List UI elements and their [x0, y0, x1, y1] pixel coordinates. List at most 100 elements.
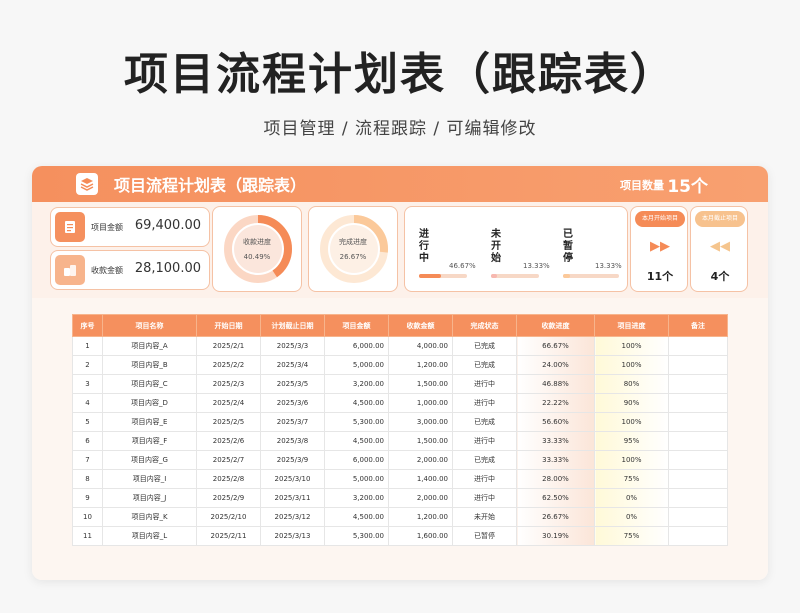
table-cell — [668, 507, 728, 527]
project-table: 序号 项目名称 开始日期 计划截止日期 项目金额 收款金额 完成状态 收款进度 项目进度 备注 1… — [72, 314, 728, 546]
project-amount-box: 项目金额 69,400.00 — [50, 207, 210, 247]
table-cell: 5,300.00 — [324, 412, 389, 432]
table-cell: 项目内容_A — [102, 336, 197, 356]
double-left-arrow-icon: ◀◀ — [710, 239, 730, 254]
table-cell: 3,200.00 — [324, 488, 389, 508]
table-cell: 1,000.00 — [388, 393, 453, 413]
table-cell: 2025/2/1 — [196, 336, 261, 356]
table-cell — [668, 488, 728, 508]
table-cell: 项目内容_E — [102, 412, 197, 432]
table-cell: 2025/3/3 — [260, 336, 325, 356]
table-cell: 2025/3/9 — [260, 450, 325, 470]
table-cell: 项目内容_G — [102, 450, 197, 470]
card-header: 项目流程计划表（跟踪表） 项目数量 15个 — [32, 166, 768, 202]
month-tag: 本月截止项目 — [695, 211, 745, 227]
project-count-value: 15个 — [667, 177, 708, 197]
table-cell: 项目内容_F — [102, 431, 197, 451]
table-cell: 26.67% — [516, 507, 595, 527]
stack-layers-icon — [76, 173, 98, 195]
table-cell: 2025/3/6 — [260, 393, 325, 413]
table-row[interactable]: 1 项目内容_A 2025/2/1 2025/3/3 6,000.00 4,000.00 已… — [72, 336, 728, 356]
table-cell: 2,000.00 — [388, 488, 453, 508]
table-cell: 项目内容_D — [102, 393, 197, 413]
status-percent: 13.33% — [523, 262, 550, 270]
table-cell: 30.19% — [516, 526, 595, 546]
status-bar-in-progress — [419, 274, 467, 278]
table-cell: 2025/3/12 — [260, 507, 325, 527]
table-cell: 2 — [72, 355, 103, 375]
table-area: 序号 项目名称 开始日期 计划截止日期 项目金额 收款金额 完成状态 收款进度 项目进度 备注 1… — [32, 298, 768, 580]
table-cell: 进行中 — [452, 374, 517, 394]
table-cell: 已暂停 — [452, 526, 517, 546]
table-cell: 90% — [594, 393, 669, 413]
table-row[interactable]: 10 项目内容_K 2025/2/10 2025/3/12 4,500.00 1,200.… — [72, 507, 728, 527]
table-cell — [668, 374, 728, 394]
payment-progress-donut: 收款进度 40.49% — [212, 206, 302, 292]
month-value: 11个 — [646, 270, 674, 283]
table-cell — [668, 469, 728, 489]
table-cell: 2025/3/7 — [260, 412, 325, 432]
donut-label: 收款进度 — [243, 238, 271, 246]
table-cell: 2025/2/2 — [196, 355, 261, 375]
status-bar-fill — [419, 274, 442, 278]
table-cell: 1,400.00 — [388, 469, 453, 489]
column-header: 备注 — [668, 314, 728, 337]
table-cell: 已完成 — [452, 412, 517, 432]
project-count-label: 项目数量 — [620, 179, 664, 192]
table-row[interactable]: 2 项目内容_B 2025/2/2 2025/3/4 5,000.00 1,200.00 已… — [72, 355, 728, 375]
table-cell: 进行中 — [452, 469, 517, 489]
donut-center — [234, 225, 282, 273]
table-cell: 100% — [594, 450, 669, 470]
table-cell: 0% — [594, 488, 669, 508]
month-deadline-box: 本月截止项目 ◀◀ 4个 — [690, 206, 748, 292]
table-cell: 1,500.00 — [388, 431, 453, 451]
status-percent: 13.33% — [595, 262, 622, 270]
table-row[interactable]: 5 项目内容_E 2025/2/5 2025/3/7 5,300.00 3,000.00 已… — [72, 412, 728, 432]
table-cell: 已完成 — [452, 355, 517, 375]
table-cell: 4,500.00 — [324, 393, 389, 413]
table-cell: 进行中 — [452, 431, 517, 451]
table-row[interactable]: 9 项目内容_J 2025/2/9 2025/3/11 3,200.00 2,000.00… — [72, 488, 728, 508]
table-row[interactable]: 6 项目内容_F 2025/2/6 2025/3/8 4,500.00 1,500.00 进… — [72, 431, 728, 451]
amount-value: 69,400.00 — [134, 218, 201, 233]
table-cell — [668, 450, 728, 470]
table-cell: 2025/3/11 — [260, 488, 325, 508]
table-cell: 5 — [72, 412, 103, 432]
table-cell: 56.60% — [516, 412, 595, 432]
table-row[interactable]: 3 项目内容_C 2025/2/3 2025/3/5 3,200.00 1,500.00 进… — [72, 374, 728, 394]
table-cell: 5,300.00 — [324, 526, 389, 546]
stats-panel: 项目金额 69,400.00 收款金额 28,100.00 收款进度 40.49… — [32, 202, 768, 298]
table-cell: 2025/2/10 — [196, 507, 261, 527]
table-cell: 46.88% — [516, 374, 595, 394]
table-cell: 75% — [594, 526, 669, 546]
table-row[interactable]: 11 项目内容_L 2025/2/11 2025/3/13 5,300.00 1,600.… — [72, 526, 728, 546]
table-cell: 1,200.00 — [388, 355, 453, 375]
table-row[interactable]: 4 项目内容_D 2025/2/4 2025/3/6 4,500.00 1,000.00 进… — [72, 393, 728, 413]
donut-label: 完成进度 — [339, 238, 367, 246]
table-cell: 9 — [72, 488, 103, 508]
table-cell: 6 — [72, 431, 103, 451]
table-row[interactable]: 7 项目内容_G 2025/2/7 2025/3/9 6,000.00 2,000.00 已… — [72, 450, 728, 470]
table-cell — [668, 336, 728, 356]
double-right-arrow-icon: ▶▶ — [650, 239, 670, 254]
table-cell: 2025/3/13 — [260, 526, 325, 546]
table-cell: 2025/3/8 — [260, 431, 325, 451]
donut-percent: 40.49% — [243, 253, 271, 261]
table-cell — [668, 412, 728, 432]
table-cell: 3,200.00 — [324, 374, 389, 394]
table-cell: 33.33% — [516, 450, 595, 470]
table-cell: 2025/2/9 — [196, 488, 261, 508]
table-cell: 100% — [594, 355, 669, 375]
table-cell — [668, 526, 728, 546]
table-cell: 2025/2/8 — [196, 469, 261, 489]
table-cell: 6,000.00 — [324, 336, 389, 356]
table-cell: 2025/2/11 — [196, 526, 261, 546]
table-cell — [668, 355, 728, 375]
table-cell — [668, 393, 728, 413]
status-percent: 46.67% — [449, 262, 476, 270]
table-cell: 2025/3/4 — [260, 355, 325, 375]
table-cell: 0% — [594, 507, 669, 527]
table-cell: 项目内容_J — [102, 488, 197, 508]
table-row[interactable]: 8 项目内容_I 2025/2/8 2025/3/10 5,000.00 1,400.00… — [72, 469, 728, 489]
donut-center — [330, 225, 378, 273]
